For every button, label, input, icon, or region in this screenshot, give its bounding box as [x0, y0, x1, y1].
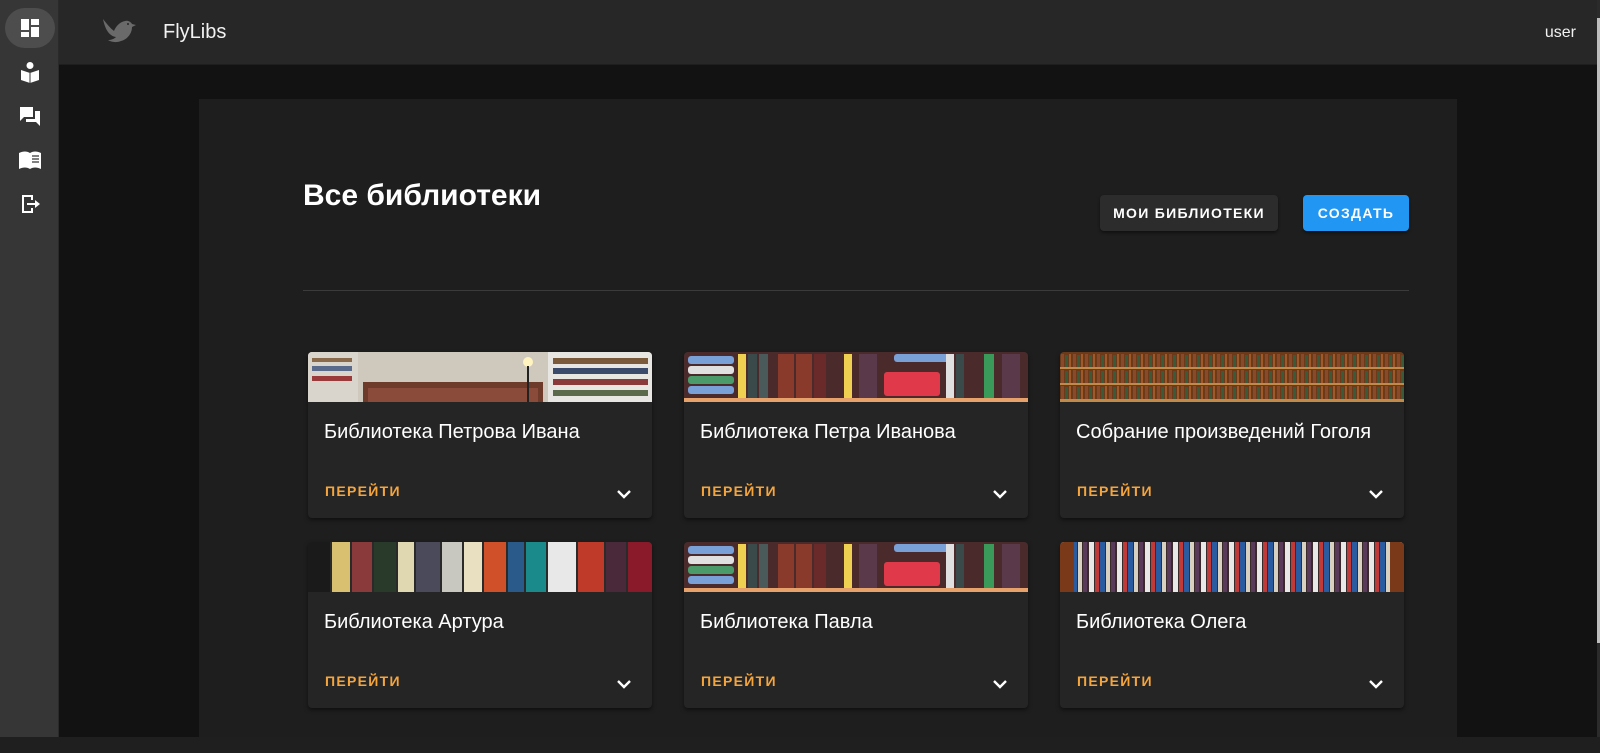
user-menu[interactable]: user: [1545, 24, 1576, 42]
chevron-down-icon[interactable]: [988, 672, 1012, 696]
logout-icon: [22, 195, 40, 213]
library-card: Библиотека Артура ПЕРЕЙТИ: [308, 542, 652, 708]
library-title: Собрание произведений Гоголя: [1076, 421, 1372, 443]
go-to-library-button[interactable]: ПЕРЕЙТИ: [1077, 483, 1153, 499]
library-card: Библиотека Олега ПЕРЕЙТИ: [1060, 542, 1404, 708]
create-library-button[interactable]: СОЗДАТЬ: [1303, 195, 1409, 231]
library-title: Библиотека Артура: [324, 611, 504, 633]
go-to-library-button[interactable]: ПЕРЕЙТИ: [1077, 673, 1153, 689]
go-to-library-button[interactable]: ПЕРЕЙТИ: [325, 483, 401, 499]
open-book-icon: [19, 151, 41, 169]
go-to-library-button[interactable]: ПЕРЕЙТИ: [701, 483, 777, 499]
dashboard-icon: [21, 19, 39, 37]
chevron-down-icon[interactable]: [1364, 482, 1388, 506]
chevron-down-icon[interactable]: [612, 482, 636, 506]
library-cover-image: [1060, 542, 1404, 592]
forum-icon: [20, 107, 40, 126]
library-title: Библиотека Олега: [1076, 611, 1247, 633]
library-cover-image: [308, 542, 652, 592]
sidebar-item-forum[interactable]: [5, 96, 55, 136]
divider: [303, 290, 1409, 291]
library-title: Библиотека Петрова Ивана: [324, 421, 580, 443]
top-app-bar: FlyLibs user: [59, 0, 1597, 65]
chevron-down-icon[interactable]: [988, 482, 1012, 506]
go-to-library-button[interactable]: ПЕРЕЙТИ: [325, 673, 401, 689]
book-reader-icon: [21, 62, 39, 83]
library-cover-image: [308, 352, 652, 402]
library-cover-image: [684, 542, 1028, 592]
go-to-library-button[interactable]: ПЕРЕЙТИ: [701, 673, 777, 689]
sidebar-item-library[interactable]: [5, 140, 55, 180]
sidebar-item-reader[interactable]: [5, 52, 55, 92]
chevron-down-icon[interactable]: [612, 672, 636, 696]
sidebar-item-dashboard[interactable]: [5, 8, 55, 48]
navigation-sidebar: [0, 0, 59, 737]
bird-logo-icon: [103, 19, 136, 43]
libraries-panel: Все библиотеки МОИ БИБЛИОТЕКИ СОЗДАТЬ Би…: [199, 99, 1457, 737]
chevron-down-icon[interactable]: [1364, 672, 1388, 696]
library-cover-image: [1060, 352, 1404, 402]
library-card: Библиотека Петра Иванова ПЕРЕЙТИ: [684, 352, 1028, 518]
app-title[interactable]: FlyLibs: [163, 21, 226, 44]
library-cover-image: [684, 352, 1028, 402]
library-card: Собрание произведений Гоголя ПЕРЕЙТИ: [1060, 352, 1404, 518]
library-card: Библиотека Петрова Ивана ПЕРЕЙТИ: [308, 352, 652, 518]
horizontal-scrollbar[interactable]: [0, 737, 1600, 753]
my-libraries-button[interactable]: МОИ БИБЛИОТЕКИ: [1100, 195, 1278, 231]
sidebar-item-logout[interactable]: [5, 184, 55, 224]
library-card: Библиотека Павла ПЕРЕЙТИ: [684, 542, 1028, 708]
library-title: Библиотека Петра Иванова: [700, 421, 956, 443]
page-title: Все библиотеки: [303, 179, 542, 212]
library-title: Библиотека Павла: [700, 611, 873, 633]
